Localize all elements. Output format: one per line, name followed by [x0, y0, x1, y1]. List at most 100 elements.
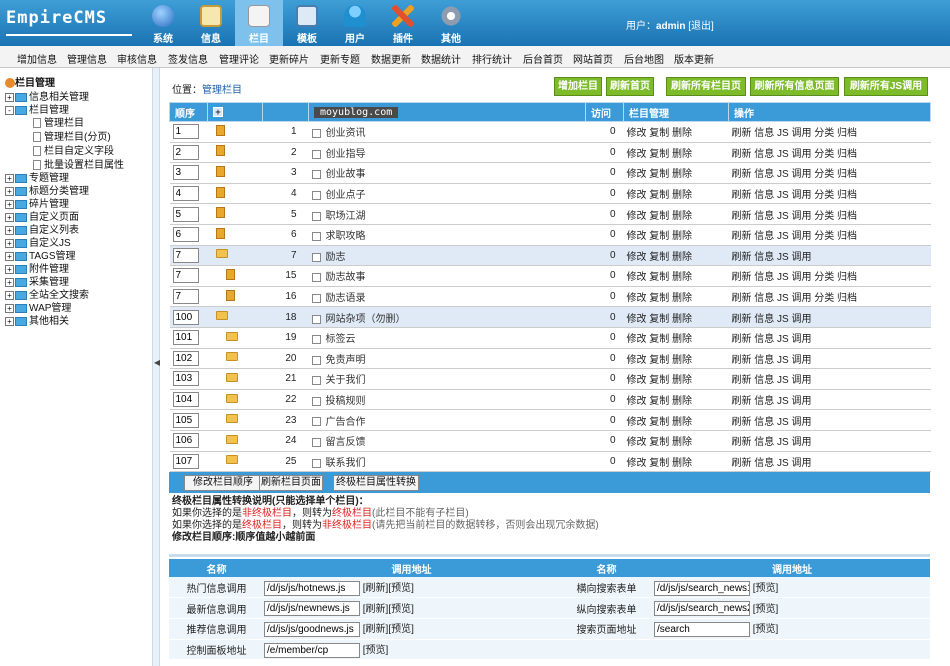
ops-cell[interactable]: 刷新 信息 JS 调用 — [728, 306, 931, 328]
page-icon[interactable] — [215, 227, 225, 239]
manage-cell[interactable]: 修改 复制 删除 — [623, 451, 729, 473]
page-icon[interactable] — [225, 268, 235, 280]
column-name-link[interactable]: 励志语录 — [326, 293, 366, 304]
call-actions[interactable]: [刷新][预览] — [363, 583, 414, 594]
subnav-manage-comments[interactable]: 管理评论 — [219, 51, 259, 66]
select-checkbox[interactable] — [311, 211, 321, 221]
order-input[interactable] — [172, 309, 199, 325]
column-name-link[interactable]: 励志 — [326, 252, 346, 263]
order-input[interactable] — [172, 165, 199, 181]
folder-icon[interactable] — [215, 311, 228, 321]
ops-cell[interactable]: 刷新 信息 JS 调用 分类 归档 — [728, 121, 931, 143]
manage-cell[interactable]: 修改 复制 删除 — [623, 183, 729, 205]
column-name-link[interactable]: 励志故事 — [326, 272, 366, 283]
call-url-input-2[interactable] — [654, 601, 750, 617]
refresh-all-columns-button[interactable]: 刷新所有栏目页 — [666, 77, 746, 96]
page-icon[interactable] — [215, 124, 225, 136]
ops-cell[interactable]: 刷新 信息 JS 调用 — [728, 430, 931, 452]
expand-all-icon[interactable]: + — [213, 106, 223, 117]
ops-cell[interactable]: 刷新 信息 JS 调用 — [728, 389, 931, 411]
manage-cell[interactable]: 修改 复制 删除 — [623, 327, 729, 349]
order-input[interactable] — [172, 350, 199, 366]
nav-info[interactable]: 信息 — [187, 0, 235, 46]
order-input[interactable] — [172, 247, 199, 263]
subnav-add-info[interactable]: 增加信息 — [17, 51, 57, 66]
column-name-link[interactable]: 广告合作 — [326, 417, 366, 428]
manage-cell[interactable]: 修改 复制 删除 — [623, 245, 729, 267]
order-input[interactable] — [172, 227, 199, 243]
column-name-link[interactable]: 职场江湖 — [326, 211, 366, 222]
manage-cell[interactable]: 修改 复制 删除 — [623, 389, 729, 411]
order-input[interactable] — [172, 371, 199, 387]
select-checkbox[interactable] — [311, 170, 321, 180]
nav-plugin[interactable]: 插件 — [379, 0, 427, 46]
folder-icon[interactable] — [215, 249, 228, 259]
ops-cell[interactable]: 刷新 信息 JS 调用 — [728, 327, 931, 349]
manage-cell[interactable]: 修改 复制 删除 — [623, 121, 729, 143]
column-name-link[interactable]: 关于我们 — [326, 375, 366, 386]
page-icon[interactable] — [215, 207, 225, 219]
subnav-version-update[interactable]: 版本更新 — [674, 51, 714, 66]
ops-cell[interactable]: 刷新 信息 JS 调用 — [728, 348, 931, 370]
column-name-link[interactable]: 创业故事 — [326, 169, 366, 180]
manage-cell[interactable]: 修改 复制 删除 — [623, 162, 729, 184]
ops-cell[interactable]: 刷新 信息 JS 调用 — [728, 245, 931, 267]
order-input[interactable] — [172, 453, 199, 469]
select-checkbox[interactable] — [311, 314, 321, 324]
column-name-link[interactable]: 标签云 — [326, 334, 356, 345]
nav-user[interactable]: 用户 — [331, 0, 379, 46]
manage-cell[interactable]: 修改 复制 删除 — [623, 368, 729, 390]
manage-cell[interactable]: 修改 复制 删除 — [623, 306, 729, 328]
ops-cell[interactable]: 刷新 信息 JS 调用 分类 归档 — [728, 265, 931, 287]
subnav-data-update[interactable]: 数据更新 — [371, 51, 411, 66]
call-url-input-2[interactable] — [654, 580, 750, 596]
order-input[interactable] — [172, 186, 199, 202]
ops-cell[interactable]: 刷新 信息 JS 调用 — [728, 368, 931, 390]
call-actions[interactable]: [刷新][预览] — [363, 604, 414, 615]
order-input[interactable] — [172, 144, 199, 160]
folder-icon[interactable] — [225, 455, 238, 465]
ops-cell[interactable]: 刷新 信息 JS 调用 分类 归档 — [728, 203, 931, 225]
order-input[interactable] — [172, 392, 199, 408]
column-name-link[interactable]: 求职攻略 — [326, 231, 366, 242]
page-icon[interactable] — [215, 165, 225, 177]
ops-cell[interactable]: 刷新 信息 JS 调用 分类 归档 — [728, 286, 931, 308]
convert-terminal-button[interactable]: 终极栏目属性转换 — [333, 475, 419, 491]
folder-icon[interactable] — [225, 434, 238, 444]
ops-cell[interactable]: 刷新 信息 JS 调用 — [728, 451, 931, 473]
ops-cell[interactable]: 刷新 信息 JS 调用 分类 归档 — [728, 224, 931, 246]
nav-system[interactable]: 系统 — [139, 0, 187, 46]
order-input[interactable] — [172, 206, 199, 222]
column-name-link[interactable]: 创业指导 — [326, 149, 366, 160]
refresh-all-info-button[interactable]: 刷新所有信息页面 — [750, 77, 839, 96]
call-actions-2[interactable]: [预览] — [753, 624, 779, 635]
manage-cell[interactable]: 修改 复制 删除 — [623, 348, 729, 370]
select-checkbox[interactable] — [311, 458, 321, 468]
manage-cell[interactable]: 修改 复制 删除 — [623, 142, 729, 164]
order-input[interactable] — [172, 433, 199, 449]
collapse-toggle[interactable]: - — [5, 105, 14, 115]
ops-cell[interactable]: 刷新 信息 JS 调用 — [728, 409, 931, 431]
select-checkbox[interactable] — [311, 335, 321, 345]
nav-column[interactable]: 栏目 — [235, 0, 283, 46]
order-input[interactable] — [172, 330, 199, 346]
subnav-sign-info[interactable]: 签发信息 — [168, 51, 208, 66]
manage-cell[interactable]: 修改 复制 删除 — [623, 430, 729, 452]
refresh-all-js-button[interactable]: 刷新所有JS调用 — [844, 77, 928, 96]
subnav-manage-info[interactable]: 管理信息 — [67, 51, 107, 66]
empirecms-logo[interactable]: EmpireCMS — [6, 8, 132, 36]
select-checkbox[interactable] — [311, 355, 321, 365]
column-name-link[interactable]: 创业点子 — [326, 190, 366, 201]
ops-cell[interactable]: 刷新 信息 JS 调用 分类 归档 — [728, 142, 931, 164]
subnav-update-fragments[interactable]: 更新碎片 — [269, 51, 309, 66]
select-checkbox[interactable] — [311, 293, 321, 303]
order-input[interactable] — [172, 289, 199, 305]
select-checkbox[interactable] — [311, 190, 321, 200]
refresh-column-pages-button[interactable]: 刷新栏目页面 — [259, 475, 323, 491]
select-checkbox[interactable] — [311, 417, 321, 427]
nav-template[interactable]: 模板 — [283, 0, 331, 46]
update-order-button[interactable]: 修改栏目顺序 — [184, 475, 262, 491]
order-input[interactable] — [172, 412, 199, 428]
call-url-input[interactable] — [264, 601, 360, 617]
folder-icon[interactable] — [225, 331, 238, 341]
